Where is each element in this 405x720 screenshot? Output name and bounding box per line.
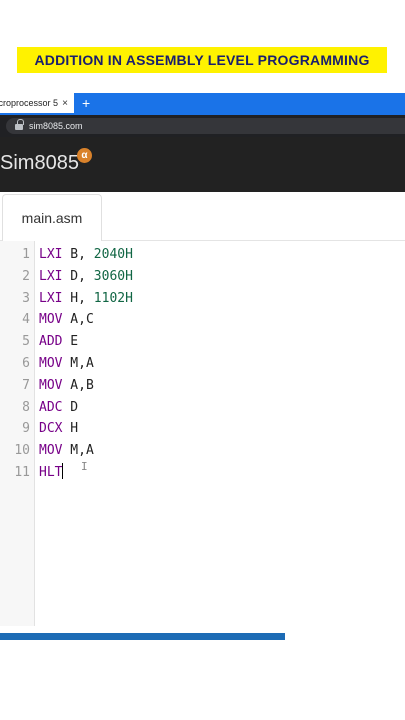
line-number: 3 — [22, 290, 30, 306]
operands: M,A — [62, 356, 94, 371]
lock-icon — [15, 118, 24, 130]
code-text: MOV M,A — [39, 440, 94, 462]
operands: E — [62, 334, 79, 350]
code-line[interactable]: 8 ADC D — [0, 397, 405, 419]
browser-tab-bar: 5 microprocessor × + — [0, 93, 405, 115]
line-number: 8 — [22, 399, 30, 415]
opcode: HLT — [39, 465, 63, 480]
opcode: MOV — [39, 356, 63, 371]
operands: B, — [62, 247, 94, 262]
code-text: ADD E — [39, 331, 78, 353]
scrollbar-track[interactable] — [285, 633, 405, 640]
code-line[interactable]: 1 LXI B, 2040H — [0, 244, 405, 266]
line-number: 4 — [22, 312, 30, 328]
line-number: 9 — [22, 421, 30, 437]
line-number: 6 — [22, 356, 30, 371]
code-text: MOV A,C — [39, 309, 94, 331]
line-number: 2 — [22, 268, 30, 284]
code-text: MOV A,B — [39, 375, 94, 397]
alpha-badge: α — [77, 148, 92, 163]
operands: A,C — [62, 312, 94, 328]
line-number: 7 — [22, 377, 30, 393]
close-tab-icon[interactable]: × — [58, 98, 72, 109]
caret — [62, 463, 64, 479]
code-line[interactable]: 7 MOV A,B — [0, 375, 405, 397]
line-number: 10 — [14, 443, 30, 459]
address-bar: sim8085.com — [0, 115, 405, 137]
code-line[interactable]: 2 LXI D, 3060H — [0, 266, 405, 288]
app-logo[interactable]: Sim8085 — [0, 152, 79, 175]
code-text: LXI D, 3060H — [39, 266, 133, 288]
operands: D — [62, 399, 79, 415]
code-text: HLT — [39, 462, 64, 484]
opcode: ADD — [39, 334, 63, 350]
file-tab-label: main.asm — [21, 210, 83, 226]
browser-tab[interactable]: 5 microprocessor × — [0, 93, 74, 113]
code-text: MOV M,A — [39, 353, 94, 375]
code-line[interactable]: 6 MOV M,A — [0, 353, 405, 375]
scrollbar-thumb[interactable] — [0, 633, 285, 640]
opcode: ADC — [39, 399, 63, 415]
file-tab-bar: main.asm — [0, 192, 405, 242]
code-line[interactable]: 3 LXI H, 1102H — [0, 288, 405, 310]
code-line[interactable]: 11 HLT — [0, 462, 405, 484]
banner-text: ADDITION IN ASSEMBLY LEVEL PROGRAMMING — [34, 52, 370, 68]
text-cursor-icon: I — [81, 460, 88, 473]
opcode: DCX — [39, 421, 63, 437]
code-text: LXI B, 2040H — [39, 244, 133, 266]
opcode: LXI — [39, 247, 63, 262]
line-number: 5 — [22, 334, 30, 350]
operands: A,B — [62, 377, 94, 393]
opcode: MOV — [39, 312, 63, 328]
opcode: LXI — [39, 268, 63, 284]
opcode: MOV — [39, 443, 63, 459]
code-line[interactable]: 4 MOV A,C — [0, 309, 405, 331]
code-text: DCX H — [39, 418, 78, 440]
new-tab-icon[interactable]: + — [82, 93, 90, 115]
operands: H, — [62, 290, 94, 306]
operands: D, — [62, 268, 94, 284]
horizontal-scrollbar[interactable] — [0, 627, 405, 641]
immediate-value: 3060H — [93, 268, 133, 284]
opcode: LXI — [39, 290, 63, 306]
code-text: ADC D — [39, 397, 78, 419]
browser-tab-title: 5 microprocessor — [0, 98, 58, 108]
code-editor[interactable]: 1 LXI B, 2040H 2 LXI D, 3060H 3 LXI H, 1102H 4… — [0, 241, 405, 626]
operands: H — [62, 421, 79, 437]
immediate-value: 1102H — [93, 290, 133, 306]
operands: M,A — [62, 443, 94, 459]
code-text: LXI H, 1102H — [39, 288, 133, 310]
url-field[interactable]: sim8085.com — [6, 118, 405, 134]
line-number: 1 — [22, 247, 30, 262]
code-line[interactable]: 5 ADD E — [0, 331, 405, 353]
immediate-value: 2040H — [93, 247, 133, 262]
code-line[interactable]: 10 MOV M,A — [0, 440, 405, 462]
tab-main-asm[interactable]: main.asm — [2, 194, 102, 242]
code-line[interactable]: 9 DCX H — [0, 418, 405, 440]
title-banner: ADDITION IN ASSEMBLY LEVEL PROGRAMMING — [17, 47, 387, 73]
app-header: Sim8085 α — [0, 137, 405, 192]
url-text: sim8085.com — [29, 121, 83, 131]
opcode: MOV — [39, 377, 63, 393]
line-number: 11 — [14, 465, 30, 480]
